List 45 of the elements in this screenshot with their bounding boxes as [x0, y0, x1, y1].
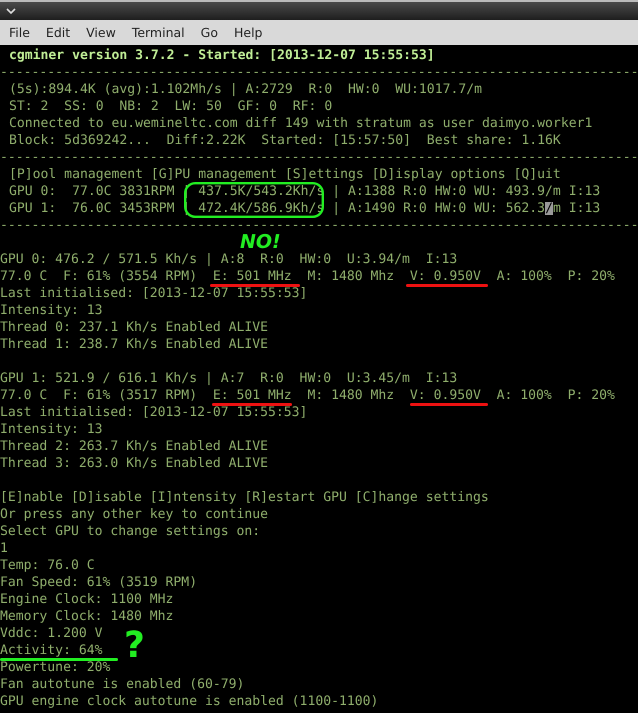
handwritten-note: NO!	[240, 233, 281, 252]
terminal-line: Last initialised: [2013-12-07 15:55:53]	[0, 286, 308, 300]
terminal-line: Activity: 64%	[0, 644, 102, 657]
separator-line: ---------------------------------------------------------------------------------	[0, 66, 638, 79]
handwritten-note: ?	[124, 628, 145, 664]
menu-item[interactable]: View	[86, 25, 116, 40]
separator-line: ---------------------------------------------------------------------------------	[0, 150, 638, 164]
terminal-line: Vddc: 1.200 V	[0, 626, 102, 640]
status-line: m I:13	[552, 202, 600, 215]
terminal-header: cgminer version 3.7.2 - Started: [2013-12-07 15:55:53]	[9, 48, 435, 62]
menu-item[interactable]: Go	[200, 25, 218, 40]
status-line: Block: 5d369242... Diff:2.22K Started: [15:57:50] Best share: 1.16K	[9, 134, 561, 147]
terminal-line: Select GPU to change settings on:	[0, 524, 260, 538]
terminal-line: Fan autotune is enabled (60-79)	[0, 678, 244, 691]
terminal-line: Thread 3: 263.0 Kh/s Enabled ALIVE	[0, 456, 268, 470]
status-line: [P]ool management [G]PU management [S]ettings [D]isplay options [Q]uit	[9, 168, 561, 181]
menu-item[interactable]: Help	[234, 25, 262, 40]
chevron-down-icon[interactable]	[6, 8, 16, 14]
terminal-line: Intensity: 13	[0, 304, 102, 317]
terminal-line: GPU 1: 521.9 / 616.1 Kh/s | A:7 R:0 HW:0 U:3.45/m I:13	[0, 372, 458, 385]
terminal-line: Powertune: 20%	[0, 660, 110, 674]
terminal-line: 77.0 C F: 61% (3554 RPM) E: 501 MHz M: 1480 Mhz V: 0.950V A: 100% P: 20%	[0, 270, 615, 283]
terminal-line: Temp: 76.0 C	[0, 558, 95, 572]
menu-item[interactable]: Edit	[46, 25, 70, 40]
separator-line: ---------------------------------------------------------------------------------	[0, 218, 638, 232]
terminal-line: 1	[0, 542, 8, 555]
status-line: Connected to eu.wemineltc.com diff 149 with stratum as user daimyo.worker1	[9, 116, 592, 130]
terminal-line: Thread 2: 263.7 Kh/s Enabled ALIVE	[0, 440, 268, 453]
terminal-line: Thread 1: 238.7 Kh/s Enabled ALIVE	[0, 338, 268, 351]
terminal-line: Thread 0: 237.1 Kh/s Enabled ALIVE	[0, 320, 268, 334]
terminal-line: [E]nable [D]isable [I]ntensity [R]estart GPU [C]hange settings	[0, 490, 489, 504]
status-line: (5s):894.4K (avg):1.102Mh/s | A:2729 R:0 HW:0 WU:1017.7/m	[9, 82, 482, 96]
terminal-line: GPU 0: 476.2 / 571.5 Kh/s | A:8 R:0 HW:0 U:3.94/m I:13	[0, 252, 458, 266]
terminal-line: Intensity: 13	[0, 422, 102, 436]
terminal-line: Fan Speed: 61% (3519 RPM)	[0, 576, 198, 589]
terminal-line: Or press any other key to continue	[0, 508, 268, 521]
terminal-line: Engine Clock: 1100 MHz	[0, 592, 174, 606]
menu-item[interactable]: Terminal	[132, 25, 185, 40]
status-line: ST: 2 SS: 0 NB: 2 LW: 50 GF: 0 RF: 0	[9, 100, 332, 113]
terminal-line: GPU engine clock autotune is enabled (1100-1100)	[0, 694, 378, 708]
menu-item[interactable]: File	[9, 25, 30, 40]
text-cursor: /	[545, 202, 553, 215]
terminal-line: 77.0 C F: 61% (3517 RPM) E: 501 MHz M: 1480 Mhz V: 0.950V A: 100% P: 20%	[0, 388, 615, 402]
terminal-line: Last initialised: [2013-12-07 15:55:53]	[0, 406, 308, 419]
terminal-line: Memory Clock: 1480 Mhz	[0, 610, 174, 623]
